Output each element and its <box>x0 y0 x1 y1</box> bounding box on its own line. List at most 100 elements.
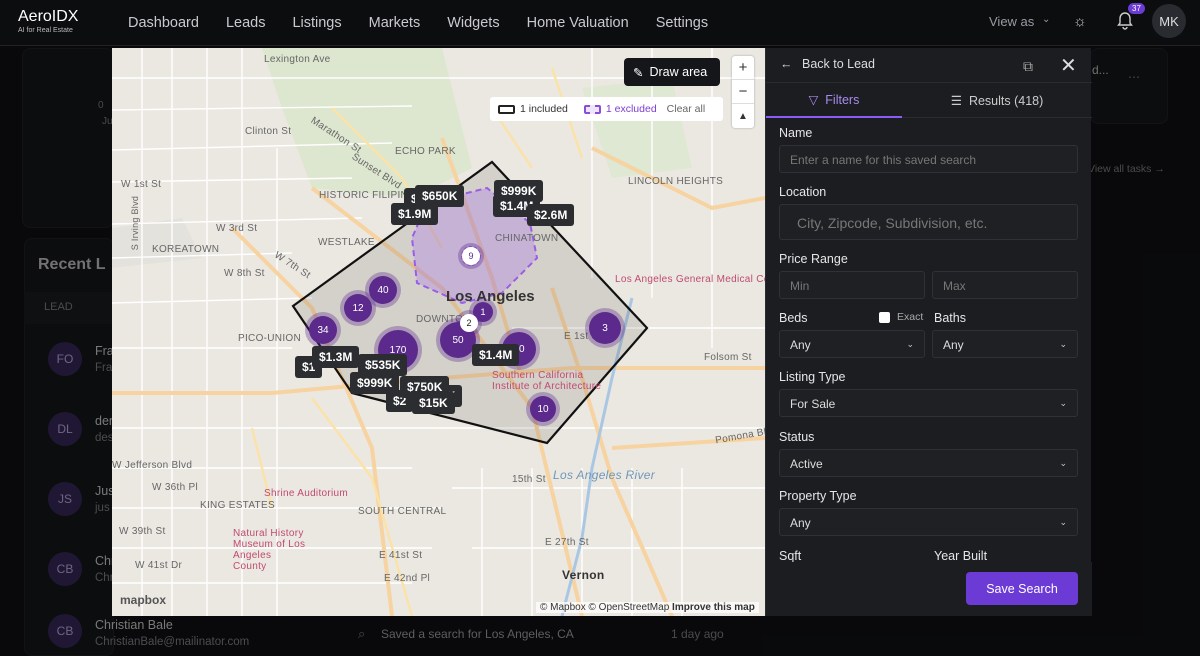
logo[interactable]: AeroIDX AI for Real Estate <box>18 8 78 34</box>
osm-attribution-link[interactable]: © OpenStreetMap <box>589 602 670 613</box>
price-tag[interactable]: $1.4M <box>472 344 520 366</box>
price-max-field[interactable]: Max <box>932 271 1078 299</box>
pencil-icon: ✎ <box>633 65 644 80</box>
logo-text: AeroIDX <box>18 8 79 25</box>
map-label: 15th St <box>512 474 546 485</box>
beds-label: Beds <box>779 311 808 325</box>
map-label: PICO-UNION <box>238 333 301 344</box>
price-min-field[interactable]: Min <box>779 271 925 299</box>
location-field[interactable]: City, Zipcode, Subdivision, etc. <box>779 204 1078 240</box>
chevron-down-icon: ⌄ <box>1059 458 1067 468</box>
zoom-in-button[interactable]: + <box>732 56 754 80</box>
map-label: Los Angeles General Medical Center <box>615 274 765 285</box>
filter-panel: ← Back to Lead ⧉ ✕ ▽ Filters ☰ Results (… <box>765 48 1092 616</box>
back-label: Back to Lead <box>801 57 875 71</box>
bell-icon[interactable] <box>1117 12 1133 30</box>
back-to-lead-link[interactable]: ← Back to Lead <box>780 57 875 71</box>
close-icon[interactable]: ✕ <box>1060 53 1077 78</box>
map-view[interactable]: Lexington Ave Marathon St Clinton St Sun… <box>112 48 765 616</box>
map-label: Los Angeles River <box>553 468 656 482</box>
nav-widgets[interactable]: Widgets <box>447 15 499 31</box>
tab-results[interactable]: ☰ Results (418) <box>902 83 1092 118</box>
zoom-out-button[interactable]: − <box>732 80 754 104</box>
clear-all-button[interactable]: Clear all <box>667 103 706 115</box>
map-label: E 41st St <box>379 550 423 561</box>
chevron-down-icon: ⌄ <box>1059 339 1067 349</box>
list-icon: ☰ <box>950 94 962 108</box>
map-label: LINCOLN HEIGHTS <box>628 176 724 187</box>
nav-markets[interactable]: Markets <box>369 15 421 31</box>
beds-select[interactable]: Any ⌄ <box>779 330 925 358</box>
notification-badge: 37 <box>1128 3 1145 14</box>
map-label: ECHO PARK <box>395 146 456 157</box>
price-tag[interactable]: $15K <box>412 392 455 414</box>
map-marker[interactable]: 2 <box>460 314 478 332</box>
map-cluster[interactable]: 3 <box>589 312 621 344</box>
map-label: S Irving Blvd <box>130 195 141 251</box>
map-label: KOREATOWN <box>152 244 220 255</box>
nav-dashboard[interactable]: Dashboard <box>128 15 199 31</box>
sqft-label: Sqft <box>779 549 802 563</box>
map-label: W 3rd St <box>216 223 258 234</box>
map-label: Folsom St <box>704 352 752 363</box>
baths-value: Any <box>943 338 964 352</box>
listing-type-label: Listing Type <box>779 370 846 384</box>
nav-listings[interactable]: Listings <box>292 15 341 31</box>
map-label: W 8th St <box>224 268 265 279</box>
listing-type-select[interactable]: For Sale ⌄ <box>779 389 1078 417</box>
tab-filters[interactable]: ▽ Filters <box>766 83 902 118</box>
map-label: W 1st St <box>121 179 162 190</box>
nav-leads[interactable]: Leads <box>226 15 266 31</box>
chevron-down-icon: ⌄ <box>906 339 914 349</box>
map-marker[interactable]: 9 <box>462 247 480 265</box>
zoom-controls: + − ▲ <box>732 56 754 128</box>
chevron-down-icon: ⌄ <box>1059 517 1067 527</box>
map-label: KING ESTATES <box>200 500 275 511</box>
beds-value: Any <box>790 338 811 352</box>
status-select[interactable]: Active ⌄ <box>779 449 1078 477</box>
price-tag[interactable]: $1.3M <box>312 346 360 368</box>
price-tag[interactable]: $1.9M <box>391 203 439 225</box>
map-attribution: © Mapbox © OpenStreetMap Improve this ma… <box>536 602 759 613</box>
external-link-icon[interactable]: ⧉ <box>1023 58 1033 75</box>
mapbox-logo[interactable]: mapbox <box>120 593 166 607</box>
draw-area-label: Draw area <box>649 65 708 79</box>
status-value: Active <box>790 457 823 471</box>
price-tag[interactable]: $2.6M <box>527 204 575 226</box>
map-cluster[interactable]: 12 <box>344 294 372 322</box>
improve-map-link[interactable]: Improve this map <box>672 602 755 613</box>
map-label: W 39th St <box>119 526 166 537</box>
view-as-dropdown[interactable]: View as <box>989 14 1034 29</box>
property-type-select[interactable]: Any ⌄ <box>779 508 1078 536</box>
status-label: Status <box>779 430 815 444</box>
top-nav: AeroIDX AI for Real Estate Dashboard Lea… <box>0 0 1200 46</box>
map-label: Southern California Institute of Archite… <box>492 370 602 392</box>
draw-area-button[interactable]: ✎ Draw area <box>624 58 720 86</box>
map-label: E 27th St <box>545 537 589 548</box>
map-label: Lexington Ave <box>264 54 331 65</box>
user-avatar[interactable]: MK <box>1152 4 1186 38</box>
nav-home-valuation[interactable]: Home Valuation <box>527 15 629 31</box>
nav-settings[interactable]: Settings <box>656 15 708 31</box>
baths-select[interactable]: Any ⌄ <box>932 330 1078 358</box>
panel-tabs: ▽ Filters ☰ Results (418) <box>766 82 1092 118</box>
map-label: WESTLAKE <box>318 237 375 248</box>
map-cluster[interactable]: 34 <box>309 316 337 344</box>
mapbox-attribution-link[interactable]: © Mapbox <box>540 602 586 613</box>
compass-button[interactable]: ▲ <box>732 104 754 128</box>
included-swatch <box>498 104 515 114</box>
theme-toggle-icon[interactable]: ☼ <box>1073 13 1087 30</box>
save-search-button[interactable]: Save Search <box>966 572 1078 605</box>
property-type-label: Property Type <box>779 489 857 503</box>
name-field[interactable]: Enter a name for this saved search <box>779 145 1078 173</box>
map-cluster[interactable]: 10 <box>530 396 556 422</box>
baths-label: Baths <box>934 311 966 325</box>
map-label: Shrine Auditorium <box>264 488 349 499</box>
excluded-label: 1 excluded <box>605 103 657 115</box>
map-label: W 41st Dr <box>135 560 183 571</box>
map-cluster[interactable]: 40 <box>369 276 397 304</box>
area-legend: 1 included 1 excluded Clear all <box>490 97 723 121</box>
chevron-down-icon[interactable]: ⌄ <box>1042 14 1050 25</box>
map-label: Natural History Museum of Los Angeles Co… <box>233 528 306 572</box>
exact-checkbox[interactable] <box>879 312 890 323</box>
